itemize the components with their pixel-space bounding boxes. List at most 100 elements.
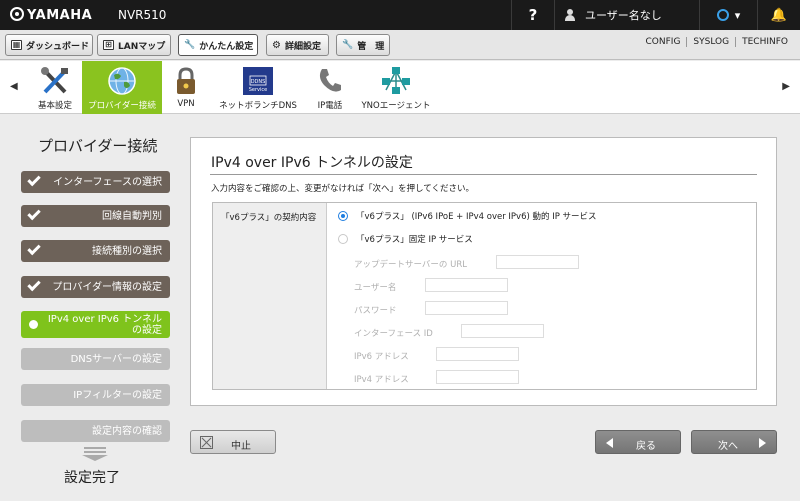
menu-basic-settings[interactable]: 基本設定 bbox=[28, 61, 82, 114]
ipv4-address-input[interactable] bbox=[436, 370, 519, 384]
menu-netvolante-dns[interactable]: DDNS Service ネットボランチDNS bbox=[214, 61, 302, 114]
config-link[interactable]: CONFIG bbox=[640, 37, 687, 47]
arrow-left-icon bbox=[606, 438, 613, 448]
main-nav: ▦ ダッシュボード ⊞ LANマップ 🔧 かんたん設定 ⚙ 詳細設定 🔧 管 理… bbox=[0, 30, 800, 60]
step-ip-filter: IPフィルターの設定 bbox=[21, 384, 170, 406]
techinfo-link[interactable]: TECHINFO bbox=[735, 37, 794, 47]
step-confirm: 設定内容の確認 bbox=[21, 420, 170, 442]
step-label: インターフェースの選択 bbox=[53, 176, 162, 188]
user-icon bbox=[565, 9, 575, 21]
header-links: CONFIG SYSLOG TECHINFO bbox=[640, 37, 794, 47]
tab-label: ダッシュボード bbox=[26, 41, 90, 52]
field-header: 「v6プラス」の契約内容 bbox=[213, 203, 327, 389]
lan-map-icon: ⊞ bbox=[103, 40, 114, 50]
settings-panel: IPv4 over IPv6 トンネルの設定 入力内容をご確認の上、変更がなけれ… bbox=[190, 137, 777, 406]
step-label: 設定内容の確認 bbox=[92, 425, 162, 437]
chevron-down-icon: ▾ bbox=[734, 8, 741, 22]
step-ipv4-over-ipv6: IPv4 over IPv6 トンネル の設定 bbox=[21, 311, 170, 338]
password-label: パスワード bbox=[354, 306, 397, 316]
step-label: プロバイダー情報の設定 bbox=[52, 281, 162, 293]
option-label: 「v6プラス」 (IPv6 IPoE + IPv4 over IPv6) 動的 … bbox=[356, 212, 597, 222]
tab-management[interactable]: 🔧 管 理 bbox=[336, 34, 390, 56]
option-label: 「v6プラス」固定 IP サービス bbox=[356, 235, 473, 245]
update-server-url-label: アップデートサーバーの URL bbox=[354, 260, 467, 270]
tab-advanced-settings[interactable]: ⚙ 詳細設定 bbox=[266, 34, 329, 56]
tab-lan-map[interactable]: ⊞ LANマップ bbox=[97, 34, 171, 56]
tools-icon: 🔧 bbox=[342, 40, 354, 50]
ipv6-address-input[interactable] bbox=[436, 347, 519, 361]
dns-service-icon: DDNS Service bbox=[243, 67, 273, 95]
cancel-button[interactable]: 中止 bbox=[190, 430, 276, 454]
step-line-detection: 回線自動判別 bbox=[21, 205, 170, 227]
option-dynamic-ip[interactable]: 「v6プラス」 (IPv6 IPoE + IPv4 over IPv6) 動的 … bbox=[338, 210, 597, 222]
brand-logo: YAMAHA bbox=[10, 7, 92, 23]
phone-icon bbox=[319, 69, 341, 92]
back-button[interactable]: 戻る bbox=[595, 430, 681, 454]
dashboard-icon: ▦ bbox=[11, 40, 22, 50]
menu-yno-agent[interactable]: YNOエージェント bbox=[356, 61, 436, 114]
tab-dashboard[interactable]: ▦ ダッシュボード bbox=[5, 34, 93, 56]
page-description: 入力内容をご確認の上、変更がなければ「次へ」を押してください。 bbox=[211, 184, 474, 194]
tab-label: LANマップ bbox=[118, 41, 166, 52]
tab-label: 管 理 bbox=[357, 41, 385, 52]
radio-selected[interactable] bbox=[338, 211, 348, 221]
check-icon bbox=[27, 206, 41, 221]
svg-text:DDNS: DDNS bbox=[251, 79, 266, 85]
syslog-link[interactable]: SYSLOG bbox=[686, 37, 735, 47]
network-icon bbox=[382, 67, 410, 94]
down-arrow-icon bbox=[82, 447, 108, 461]
brand-name: YAMAHA bbox=[27, 8, 93, 23]
contract-form: 「v6プラス」の契約内容 「v6プラス」 (IPv6 IPoE + IPv4 o… bbox=[212, 202, 757, 390]
update-server-url-input[interactable] bbox=[496, 255, 579, 269]
next-label: 次へ bbox=[718, 441, 738, 452]
username-label: ユーザー名 bbox=[354, 283, 397, 293]
user-menu[interactable]: ユーザー名なし bbox=[554, 0, 699, 30]
radio-unselected[interactable] bbox=[338, 234, 348, 244]
menu-label: IP電話 bbox=[317, 101, 343, 111]
globe-icon bbox=[108, 67, 136, 95]
top-bar-actions: ? ユーザー名なし ▾ 🔔 bbox=[511, 0, 800, 30]
step-label-line2: の設定 bbox=[132, 324, 162, 336]
function-icon-bar: ◀ 基本設定 プロバイダー接続 VPN DDNS Service ネットボランチ… bbox=[0, 61, 800, 114]
step-connection-type: 接続種別の選択 bbox=[21, 240, 170, 262]
next-button[interactable]: 次へ bbox=[691, 430, 777, 454]
step-label-line1: IPv4 over IPv6 トンネル bbox=[47, 313, 162, 325]
tools-icon bbox=[41, 67, 68, 94]
ipv6-address-label: IPv6 アドレス bbox=[354, 352, 409, 362]
field-label: 「v6プラス」の契約内容 bbox=[221, 213, 317, 223]
menu-provider-connection[interactable]: プロバイダー接続 bbox=[82, 61, 162, 114]
menu-label: YNOエージェント bbox=[361, 101, 431, 111]
top-bar: YAMAHA NVR510 ? ユーザー名なし ▾ 🔔 bbox=[0, 0, 800, 30]
tab-label: 詳細設定 bbox=[284, 41, 321, 52]
username-input[interactable] bbox=[425, 278, 508, 292]
scroll-right-icon[interactable]: ▶ bbox=[782, 81, 790, 92]
menu-vpn[interactable]: VPN bbox=[166, 61, 206, 114]
step-label: 接続種別の選択 bbox=[92, 245, 162, 257]
bell-icon[interactable]: 🔔 bbox=[757, 0, 800, 30]
gear-icon: ⚙ bbox=[272, 39, 281, 51]
step-label: DNSサーバーの設定 bbox=[70, 353, 162, 365]
step-label: IPv4 over IPv6 トンネル の設定 bbox=[48, 314, 162, 336]
check-icon bbox=[27, 277, 41, 292]
help-button[interactable]: ? bbox=[511, 0, 554, 30]
svg-text:Service: Service bbox=[249, 87, 267, 93]
password-input[interactable] bbox=[425, 301, 508, 315]
menu-label: 基本設定 bbox=[37, 101, 72, 111]
tab-easy-setup[interactable]: 🔧 かんたん設定 bbox=[178, 34, 258, 56]
tab-label: かんたん設定 bbox=[199, 41, 254, 52]
check-icon bbox=[27, 172, 41, 187]
option-static-ip[interactable]: 「v6プラス」固定 IP サービス bbox=[338, 233, 473, 245]
user-name: ユーザー名なし bbox=[585, 9, 662, 22]
step-complete: 設定完了 bbox=[64, 470, 120, 486]
cancel-label: 中止 bbox=[231, 441, 251, 452]
arrow-right-icon bbox=[759, 438, 766, 448]
menu-ip-phone[interactable]: IP電話 bbox=[308, 61, 352, 114]
scroll-left-icon[interactable]: ◀ bbox=[10, 81, 18, 92]
status-menu[interactable]: ▾ bbox=[699, 0, 757, 30]
wrench-icon: 🔧 bbox=[184, 40, 196, 50]
interface-id-input[interactable] bbox=[461, 324, 544, 338]
menu-label: ネットボランチDNS bbox=[219, 101, 297, 111]
current-step-dot-icon bbox=[29, 320, 38, 329]
lock-icon bbox=[177, 67, 195, 94]
step-interface-select: インターフェースの選択 bbox=[21, 171, 170, 193]
